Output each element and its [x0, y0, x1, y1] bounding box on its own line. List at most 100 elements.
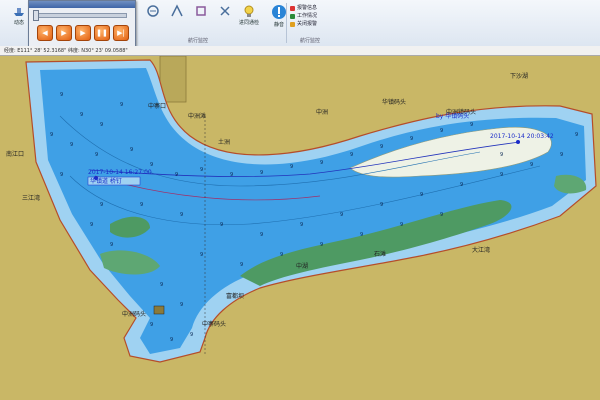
depth-sounding: 9 [95, 152, 98, 158]
depth-sounding: 9 [140, 202, 143, 208]
place-label: 中洲滩 [188, 112, 206, 120]
place-label: 中洲 [316, 108, 328, 116]
chart-icon [171, 4, 183, 17]
vessel-marker[interactable] [516, 140, 520, 144]
bulb-icon [244, 5, 254, 17]
depth-sounding: 9 [440, 212, 443, 218]
place-label: 华镇码头 [382, 98, 406, 106]
track-timestamp-label: 2017-10-14 16:27:00 [88, 169, 152, 176]
depth-sounding: 9 [175, 172, 178, 178]
depth-sounding: 9 [130, 147, 133, 153]
depth-sounding: 9 [70, 142, 73, 148]
depth-sounding: 9 [380, 144, 383, 150]
place-label: 中寨口 [148, 102, 166, 110]
depth-sounding: 9 [100, 202, 103, 208]
end-button[interactable]: ▶| [113, 25, 129, 41]
place-label: 石滩 [374, 250, 386, 258]
chart-canvas[interactable]: 下沙湖 中寨口 中洲滩 土洲 中洲 华镇码头 中洲镇码头 三江湾 南江口 大江湾… [0, 56, 600, 400]
place-label: 大江湾 [472, 246, 490, 254]
depth-sounding: 9 [350, 152, 353, 158]
depth-sounding: 9 [300, 222, 303, 228]
rewind-button[interactable]: ◀ [37, 25, 53, 41]
chart-icon [196, 6, 206, 16]
chart-icon [220, 6, 230, 16]
vessel-marker[interactable] [94, 176, 98, 180]
playback-title-bar[interactable] [29, 1, 135, 8]
depth-sounding: 9 [180, 302, 183, 308]
place-label: 中湖 [296, 262, 308, 270]
play-button[interactable]: ▶ [56, 25, 72, 41]
pause-button[interactable]: ❚❚ [94, 25, 110, 41]
group-label-monitor-2: 航行监控 [300, 38, 321, 44]
depth-sounding: 9 [190, 332, 193, 338]
depth-sounding: 9 [575, 132, 578, 138]
radar-button[interactable]: 进同通检 [232, 4, 266, 34]
depth-sounding: 9 [420, 192, 423, 198]
depth-sounding: 9 [320, 242, 323, 248]
track-timestamp-label: 2017-10-14 20:03:42 [490, 133, 554, 140]
depth-sounding: 9 [200, 167, 203, 173]
depth-sounding: 9 [240, 262, 243, 268]
depth-sounding: 9 [120, 102, 123, 108]
depth-sounding: 9 [90, 222, 93, 228]
close-alarm-item[interactable]: 关闭报警 [290, 20, 317, 28]
rewind-icon: ◀ [42, 29, 48, 37]
depth-sounding: 9 [60, 92, 63, 98]
depth-sounding: 9 [460, 182, 463, 188]
depth-sounding: 9 [470, 122, 473, 128]
playback-slider[interactable] [35, 13, 127, 18]
depth-sounding: 9 [100, 122, 103, 128]
depth-sounding: 9 [440, 128, 443, 134]
coordinate-status-bar: 经度: E111° 28' 52.3168" 纬度: N30° 23' 09.0… [0, 46, 600, 56]
depth-sounding: 9 [160, 282, 163, 288]
chart-icon [147, 5, 159, 17]
alarm-menu: 报警信息 工作情况 关闭报警 [290, 4, 317, 28]
depth-sounding: 9 [410, 136, 413, 142]
depth-sounding: 9 [280, 252, 283, 258]
dock-structure [153, 305, 165, 315]
ribbon-divider [286, 3, 287, 43]
depth-sounding: 9 [380, 202, 383, 208]
depth-sounding: 9 [150, 162, 153, 168]
close-alarm-icon [290, 21, 295, 27]
depth-sounding: 9 [560, 152, 563, 158]
group-label-monitor: 航行监控 [188, 38, 209, 44]
end-icon: ▶| [117, 29, 125, 37]
place-label: 富都坝 [226, 292, 244, 300]
playback-slider-thumb[interactable] [33, 10, 39, 21]
depth-sounding: 9 [50, 132, 53, 138]
depth-sounding: 9 [150, 322, 153, 328]
place-label: 中洲码头 [122, 310, 146, 318]
depth-sounding: 9 [110, 242, 113, 248]
alarm-icon [290, 5, 295, 11]
forward-button[interactable]: ▶ [75, 25, 91, 41]
place-label: 下沙湖 [510, 72, 528, 80]
depth-sounding: 9 [500, 152, 503, 158]
alarm-info-item[interactable]: 报警信息 [290, 4, 317, 12]
play-icon: ▶ [61, 29, 67, 37]
playback-window: ◀ ▶ ▶ ❚❚ ▶| [28, 0, 136, 48]
vessel-name-label: by 华镇码头 [436, 112, 469, 120]
work-icon [290, 13, 295, 19]
depth-sounding: 9 [80, 112, 83, 118]
depth-sounding: 9 [220, 222, 223, 228]
warning-icon [272, 5, 286, 19]
work-status-item[interactable]: 工作情况 [290, 12, 317, 20]
place-label: 三江湾 [22, 194, 40, 202]
pause-icon: ❚❚ [96, 29, 108, 37]
depth-sounding: 9 [230, 172, 233, 178]
depth-sounding: 9 [530, 162, 533, 168]
depth-sounding: 9 [320, 160, 323, 166]
depth-sounding: 9 [260, 170, 263, 176]
depth-sounding: 9 [290, 164, 293, 170]
place-label: 土洲 [218, 138, 230, 146]
place-label: 南江口 [6, 150, 24, 158]
ship-icon [14, 8, 24, 16]
place-label: 中寨码头 [202, 320, 226, 328]
forward-icon: ▶ [80, 29, 86, 37]
nautical-chart[interactable]: 下沙湖 中寨口 中洲滩 土洲 中洲 华镇码头 中洲镇码头 三江湾 南江口 大江湾… [0, 56, 600, 400]
depth-sounding: 9 [200, 252, 203, 258]
depth-sounding: 9 [60, 172, 63, 178]
depth-sounding: 9 [180, 212, 183, 218]
depth-sounding: 9 [170, 337, 173, 343]
